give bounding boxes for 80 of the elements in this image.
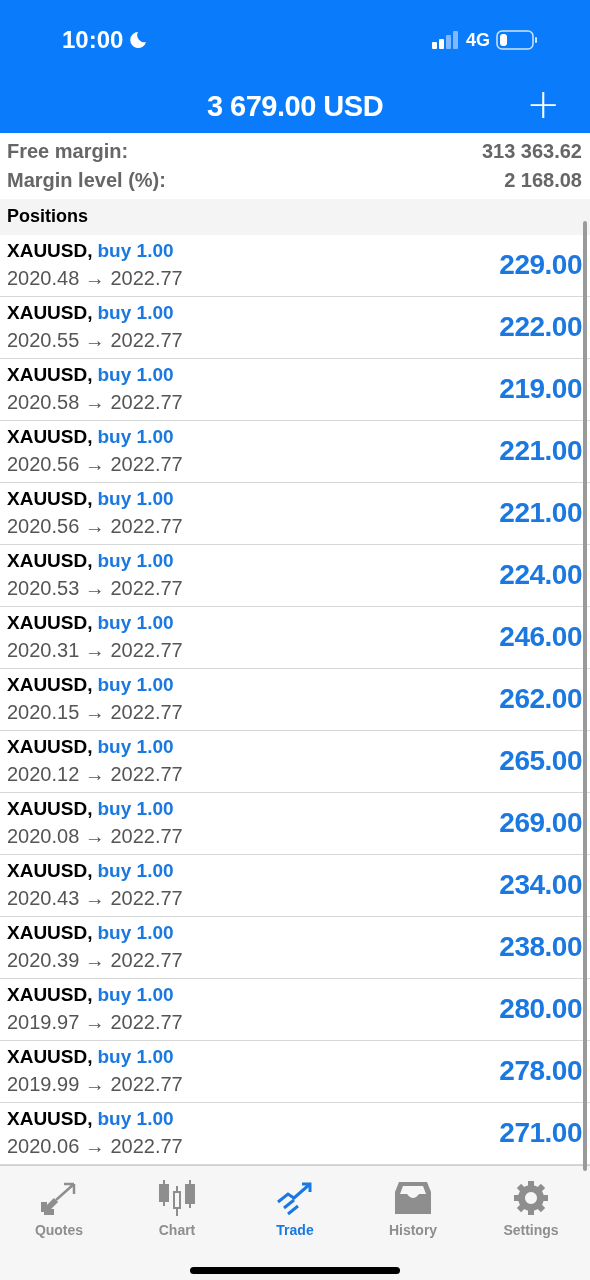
order-text: buy 1.00 xyxy=(97,426,174,449)
tab-button[interactable]: Trade xyxy=(236,1165,354,1246)
summary-label: Free margin: xyxy=(7,140,129,164)
symbol-text: XAUUSD, xyxy=(7,984,93,1007)
signal-icon xyxy=(432,31,460,49)
order-text: buy 1.00 xyxy=(97,488,174,511)
order-text: buy 1.00 xyxy=(97,798,174,821)
network-label: 4G xyxy=(466,29,490,51)
price-text: 2020.08 → 2022.77 xyxy=(7,825,183,849)
tab-button[interactable]: Quotes xyxy=(0,1165,118,1246)
candlestick-icon xyxy=(158,1179,196,1216)
symbol-text: XAUUSD, xyxy=(7,860,93,883)
symbol-text: XAUUSD, xyxy=(7,674,93,697)
symbol-text: XAUUSD, xyxy=(7,302,93,325)
tab-button[interactable]: History xyxy=(354,1165,472,1246)
profit-value: 262.00 xyxy=(499,683,582,716)
moon-icon xyxy=(129,31,148,49)
profit-value: 280.00 xyxy=(499,993,582,1026)
order-text: buy 1.00 xyxy=(97,240,174,263)
profit-value: 221.00 xyxy=(499,497,582,530)
order-text: buy 1.00 xyxy=(97,364,174,387)
price-text: 2020.31 → 2022.77 xyxy=(7,639,183,663)
price-text: 2020.48 → 2022.77 xyxy=(7,267,183,291)
order-text: buy 1.00 xyxy=(97,1046,174,1069)
summary-label: Margin level (%): xyxy=(7,169,166,193)
symbol-text: XAUUSD, xyxy=(7,1108,93,1131)
symbol-text: XAUUSD, xyxy=(7,1046,93,1069)
price-text: 2019.99 → 2022.77 xyxy=(7,1073,183,1097)
profit-value: 219.00 xyxy=(499,373,582,406)
order-text: buy 1.00 xyxy=(97,922,174,945)
inbox-tray-icon xyxy=(394,1179,432,1216)
summary-value: 313 363.62 xyxy=(481,140,582,164)
order-text: buy 1.00 xyxy=(97,302,174,325)
price-text: 2020.53 → 2022.77 xyxy=(7,577,183,601)
symbol-text: XAUUSD, xyxy=(7,922,93,945)
battery-icon xyxy=(496,30,538,50)
profit-value: 238.00 xyxy=(499,931,582,964)
price-text: 2020.39 → 2022.77 xyxy=(7,949,183,973)
symbol-text: XAUUSD, xyxy=(7,426,93,449)
profit-value: 229.00 xyxy=(499,249,582,282)
section-title: Positions xyxy=(7,206,88,228)
profit-value: 222.00 xyxy=(499,311,582,344)
price-text: 2020.06 → 2022.77 xyxy=(7,1135,183,1159)
profit-value: 265.00 xyxy=(499,745,582,778)
price-text: 2019.97 → 2022.77 xyxy=(7,1011,183,1035)
profit-value: 246.00 xyxy=(499,621,582,654)
price-text: 2020.15 → 2022.77 xyxy=(7,701,183,725)
symbol-text: XAUUSD, xyxy=(7,240,93,263)
profit-value: 269.00 xyxy=(499,807,582,840)
price-text: 2020.55 → 2022.77 xyxy=(7,329,183,353)
symbol-text: XAUUSD, xyxy=(7,550,93,573)
symbol-text: XAUUSD, xyxy=(7,612,93,635)
tab-button[interactable]: Settings xyxy=(472,1165,590,1246)
price-text: 2020.43 → 2022.77 xyxy=(7,887,183,911)
tab-button[interactable]: Chart xyxy=(118,1165,236,1246)
summary-value: 2 168.08 xyxy=(504,169,582,193)
symbol-text: XAUUSD, xyxy=(7,364,93,387)
symbol-text: XAUUSD, xyxy=(7,488,93,511)
order-text: buy 1.00 xyxy=(97,736,174,759)
order-text: buy 1.00 xyxy=(97,674,174,697)
symbol-text: XAUUSD, xyxy=(7,798,93,821)
profit-value: 278.00 xyxy=(499,1055,582,1088)
price-text: 2020.56 → 2022.77 xyxy=(7,453,183,477)
profit-value: 234.00 xyxy=(499,869,582,902)
price-text: 2020.12 → 2022.77 xyxy=(7,763,183,787)
status-time: 10:00 xyxy=(62,26,124,54)
order-text: buy 1.00 xyxy=(97,984,174,1007)
profit-value: 271.00 xyxy=(499,1117,582,1150)
order-text: buy 1.00 xyxy=(97,612,174,635)
add-button[interactable]: + xyxy=(522,84,564,124)
profit-value: 224.00 xyxy=(499,559,582,592)
profit-value: 221.00 xyxy=(499,435,582,468)
price-text: 2020.58 → 2022.77 xyxy=(7,391,183,415)
price-text: 2020.56 → 2022.77 xyxy=(7,515,183,539)
balance-title: 3 679.00 USD xyxy=(206,90,384,124)
symbol-text: XAUUSD, xyxy=(7,736,93,759)
order-text: buy 1.00 xyxy=(97,550,174,573)
order-text: buy 1.00 xyxy=(97,860,174,883)
order-text: buy 1.00 xyxy=(97,1108,174,1131)
settings-icon xyxy=(513,1179,549,1216)
